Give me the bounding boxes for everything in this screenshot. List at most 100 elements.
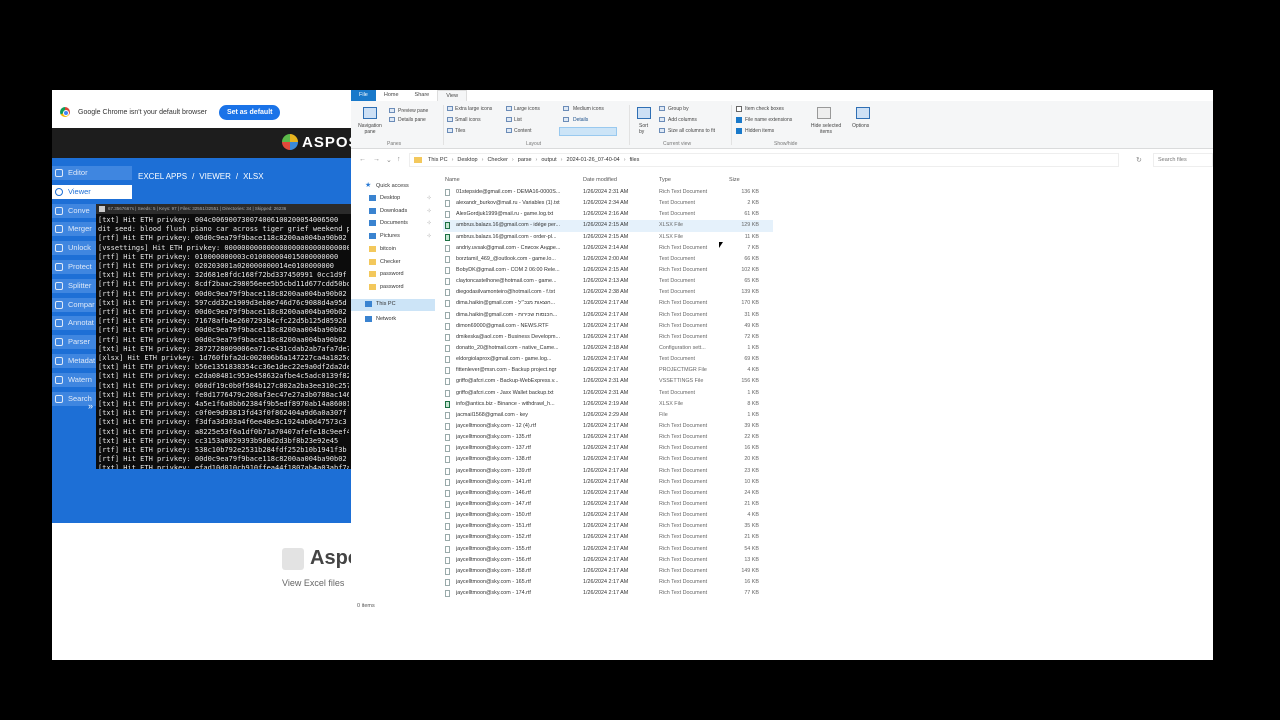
file-row[interactable]: eldorgiolaprox@gmail.com - game.log... 1/… — [443, 354, 773, 365]
file-row[interactable]: jacmail1568@gmail.com - key 1/26/2024 2:2… — [443, 410, 773, 421]
refresh-icon[interactable]: ↻ — [1136, 156, 1142, 164]
recent-chevron-icon[interactable]: ⌄ — [386, 156, 392, 164]
address-crumb[interactable]: files — [630, 157, 640, 163]
layout-content[interactable]: Content — [514, 128, 532, 134]
layout-extra-large-icons[interactable]: Extra large icons — [455, 106, 492, 112]
file-row[interactable]: jaycelltmoon@sky.com - 151.rtf 1/26/2024 … — [443, 521, 773, 532]
file-row[interactable]: jaycelltmoon@sky.com - 158.rtf 1/26/2024 … — [443, 566, 773, 577]
sort-by-icon[interactable] — [637, 107, 651, 119]
nav-quick-access[interactable]: ★ Quick access — [365, 182, 409, 189]
group-by-button[interactable]: Group by — [668, 106, 689, 112]
forward-arrow-icon[interactable]: → — [373, 156, 380, 163]
file-row[interactable]: info@antics.biz - Binance - withdrawl_h.… — [443, 399, 773, 410]
column-size[interactable]: Size — [729, 177, 740, 183]
breadcrumb-item[interactable]: EXCEL APPS — [138, 172, 187, 181]
file-row[interactable]: jaycelltmoon@sky.com - 150.rtf 1/26/2024 … — [443, 510, 773, 521]
navigation-pane-icon[interactable] — [363, 107, 377, 119]
address-crumb[interactable]: parse — [518, 157, 532, 163]
size-columns-button[interactable]: Size all columns to fit — [668, 128, 715, 134]
file-row[interactable]: donatto_20@hotmail.com - native_Came... 1… — [443, 343, 773, 354]
file-row[interactable]: fittenlever@msn.com - Backup project.ngr… — [443, 365, 773, 376]
nav-password[interactable]: password — [369, 284, 404, 290]
tab-home[interactable]: Home — [376, 90, 407, 101]
options-icon[interactable] — [856, 107, 870, 119]
file-row[interactable]: dima.haikin@gmail.com - הכנסות שכירות...… — [443, 310, 773, 321]
nav-this-pc[interactable]: This PC — [365, 301, 396, 307]
file-row[interactable]: jaycelltmoon@sky.com - 138.rtf 1/26/2024 … — [443, 454, 773, 465]
nav-pictures[interactable]: Pictures — [369, 233, 400, 239]
layout-large-icons[interactable]: Large icons — [514, 106, 540, 112]
sort-by-button[interactable]: Sort by — [639, 123, 653, 135]
file-row[interactable]: andriy.uvsak@gmail.com - Список Андре...… — [443, 243, 773, 254]
preview-pane-button[interactable]: Preview pane — [398, 108, 428, 114]
nav-network[interactable]: Network — [365, 316, 396, 322]
file-row[interactable]: jaycelltmoon@sky.com - 152.rtf 1/26/2024 … — [443, 532, 773, 543]
file-row[interactable]: jaycelltmoon@sky.com - 137.rtf 1/26/2024 … — [443, 443, 773, 454]
nav-bitcoin[interactable]: bitcoin — [369, 246, 396, 252]
address-crumb[interactable]: This PC — [428, 157, 448, 163]
hidden-items-checkbox[interactable] — [736, 128, 742, 134]
nav-desktop[interactable]: Desktop — [369, 195, 400, 201]
address-crumb[interactable]: Checker — [487, 157, 507, 163]
search-input[interactable]: Search files — [1153, 153, 1213, 167]
file-row[interactable]: jaycelltmoon@sky.com - 12 (4).rtf 1/26/20… — [443, 421, 773, 432]
file-row[interactable]: 01stepside@gmail.com - DEMA16-0000S... 1/… — [443, 187, 773, 198]
file-row[interactable]: ambrus.balazs.16@gmail.com - order-pl...… — [443, 232, 773, 243]
breadcrumb-item[interactable]: XLSX — [243, 172, 263, 181]
aspose-logo-icon[interactable] — [282, 134, 298, 150]
file-row[interactable]: jaycelltmoon@sky.com - 135.rtf 1/26/2024 … — [443, 432, 773, 443]
tab-view[interactable]: View — [437, 90, 468, 101]
layout-list[interactable]: List — [514, 117, 522, 123]
file-row[interactable]: jaycelltmoon@sky.com - 141.rtf 1/26/2024 … — [443, 477, 773, 488]
tab-file[interactable]: File — [351, 90, 376, 101]
file-row[interactable]: jaycelltmoon@sky.com - 174.rtf 1/26/2024 … — [443, 588, 773, 599]
file-row[interactable]: dimon69000@gmail.com - NEWS.RTF 1/26/2024… — [443, 321, 773, 332]
address-crumb[interactable]: Desktop — [457, 157, 477, 163]
file-row[interactable]: claytoncastelhone@hotmail.com - game... 1… — [443, 276, 773, 287]
file-row[interactable]: borztamil_469_@outlook.com - game.lo... 1… — [443, 254, 773, 265]
breadcrumb-item[interactable]: VIEWER — [199, 172, 231, 181]
address-bar[interactable]: This PC › Desktop › Checker › parse › output › 202… — [409, 153, 1119, 167]
file-row[interactable]: jaycelltmoon@sky.com - 147.rtf 1/26/2024 … — [443, 499, 773, 510]
back-arrow-icon[interactable]: ← — [359, 156, 366, 163]
layout-details[interactable]: Details — [573, 117, 588, 123]
address-crumb[interactable]: output — [541, 157, 556, 163]
file-extensions-checkbox[interactable] — [736, 117, 742, 123]
nav-password[interactable]: password — [369, 271, 404, 277]
hide-selected-button[interactable]: Hide selected items — [807, 123, 845, 135]
nav-checker[interactable]: Checker — [369, 259, 400, 265]
file-row[interactable]: jaycelltmoon@sky.com - 146.rtf 1/26/2024 … — [443, 488, 773, 499]
tab-share[interactable]: Share — [407, 90, 438, 101]
column-name[interactable]: Name — [445, 177, 460, 183]
file-row[interactable]: dmikeska@aol.com - Business Developm... 1… — [443, 332, 773, 343]
file-row[interactable]: BobyDK@gmail.com - СОМ 2 06:00 Rele... 1/… — [443, 265, 773, 276]
item-checkboxes-checkbox[interactable] — [736, 106, 742, 112]
nav-documents[interactable]: Documents — [369, 220, 408, 226]
hide-selected-icon[interactable] — [817, 107, 831, 119]
add-columns-button[interactable]: Add columns — [668, 117, 697, 123]
file-row[interactable]: alexandr_burkov@mail.ru - Variables (1).… — [443, 198, 773, 209]
file-row[interactable]: griffo@afcri.com - Jaxx Wallet backup.tx… — [443, 388, 773, 399]
collapse-chevron-icon[interactable]: » — [88, 401, 93, 411]
layout-tiles[interactable]: Tiles — [455, 128, 465, 134]
options-button[interactable]: Options — [852, 123, 869, 129]
file-row[interactable]: jaycelltmoon@sky.com - 139.rtf 1/26/2024 … — [443, 466, 773, 477]
layout-medium-icons[interactable]: Medium icons — [573, 106, 604, 112]
file-row[interactable]: ambrus.balazs.16@gmail.com - idége per..… — [443, 220, 773, 232]
address-crumb[interactable]: 2024-01-26_07-40-04 — [567, 157, 620, 163]
file-row[interactable]: jaycelltmoon@sky.com - 156.rtf 1/26/2024 … — [443, 555, 773, 566]
details-pane-button[interactable]: Details pane — [398, 117, 426, 123]
app-menu-item-viewer[interactable]: Viewer — [52, 184, 132, 199]
file-row[interactable]: jaycelltmoon@sky.com - 165.rtf 1/26/2024 … — [443, 577, 773, 588]
file-row[interactable]: dima.haikin@gmail.com - הוצאות מנכ״ל... 1… — [443, 298, 773, 309]
column-date-modified[interactable]: Date modified — [583, 177, 617, 183]
up-arrow-icon[interactable]: ↑ — [397, 156, 401, 163]
app-menu-item-editor[interactable]: Editor — [52, 166, 132, 180]
column-type[interactable]: Type — [659, 177, 671, 183]
file-row[interactable]: AlexGordjuk1999@mail.ru - game.log.txt 1/… — [443, 209, 773, 220]
set-as-default-button[interactable]: Set as default — [218, 104, 281, 120]
layout-small-icons[interactable]: Small icons — [455, 117, 481, 123]
file-row[interactable]: griffo@afcri.com - Backup-WebExpress.v..… — [443, 376, 773, 387]
nav-downloads[interactable]: Downloads — [369, 208, 407, 214]
navigation-pane-button[interactable]: Navigation pane — [355, 123, 385, 135]
